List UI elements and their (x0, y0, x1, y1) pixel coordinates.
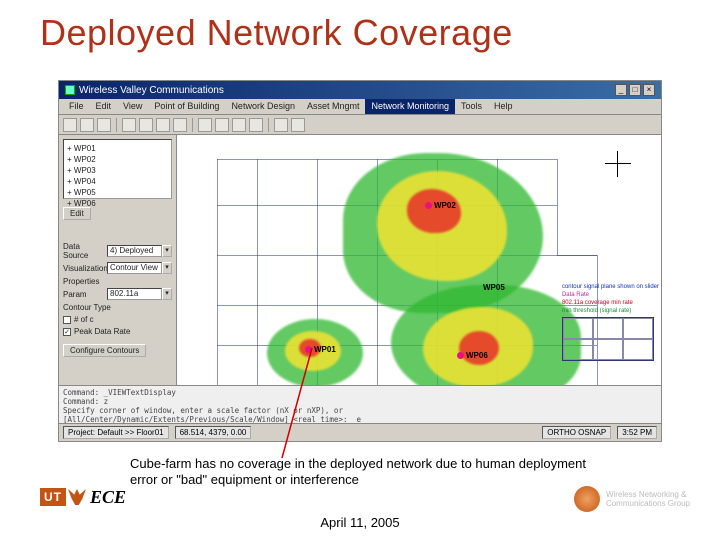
window-title: Wireless Valley Communications (79, 85, 224, 96)
cb-label: # of c (74, 315, 94, 324)
viz-label: Visualization (63, 264, 107, 273)
tree-item[interactable]: + WP04 (67, 176, 168, 187)
menubar: File Edit View Point of Building Network… (59, 99, 661, 115)
ap-marker[interactable]: WP02 (425, 201, 456, 210)
data-source-label: Data Source (63, 242, 107, 260)
configure-contours-button[interactable]: Configure Contours (63, 344, 146, 357)
menu-edit[interactable]: Edit (90, 99, 118, 114)
close-button[interactable]: × (643, 84, 655, 96)
toolbar-button[interactable] (274, 118, 288, 132)
statusbar: Project: Default >> Floor01 68.514, 4379… (59, 423, 661, 441)
checkbox[interactable] (63, 316, 71, 324)
data-source-select[interactable]: 4) Deployed (107, 245, 162, 257)
status-coords: 68.514, 4379, 0.00 (175, 426, 252, 439)
toolbar-button[interactable] (173, 118, 187, 132)
dropdown-icon[interactable]: ▾ (162, 245, 172, 257)
toolbar-button[interactable] (198, 118, 212, 132)
command-console[interactable]: Command: _VIEWTextDisplay Command: z Spe… (59, 385, 661, 423)
toolbar-button[interactable] (63, 118, 77, 132)
ut-ece-logo: UT ECE (40, 486, 126, 508)
menu-help[interactable]: Help (488, 99, 519, 114)
status-project: Project: Default >> Floor01 (63, 426, 169, 439)
menu-design[interactable]: Network Design (225, 99, 301, 114)
param-label: Param (63, 290, 107, 299)
ap-dot-icon (425, 202, 432, 209)
toolbar-separator (192, 118, 193, 132)
ap-marker[interactable]: WP01 (305, 345, 336, 354)
wncg-logo: Wireless Networking &Communications Grou… (574, 486, 690, 512)
ap-tree[interactable]: + WP01 + WP02 + WP03 + WP04 + WP05 + WP0… (63, 139, 172, 199)
tree-item[interactable]: + WP05 (67, 187, 168, 198)
menu-monitoring[interactable]: Network Monitoring (365, 99, 455, 114)
toolbar-button[interactable] (291, 118, 305, 132)
ap-dot-icon (457, 352, 464, 359)
side-panel: + WP01 + WP02 + WP03 + WP04 + WP05 + WP0… (59, 135, 177, 407)
toolbar-separator (268, 118, 269, 132)
edit-button[interactable]: Edit (63, 207, 91, 220)
menu-asset[interactable]: Asset Mngmt (301, 99, 366, 114)
menu-view[interactable]: View (117, 99, 148, 114)
longhorn-icon (68, 489, 86, 505)
checkbox[interactable]: ✓ (63, 328, 71, 336)
tree-item[interactable]: + WP01 (67, 143, 168, 154)
toolbar-button[interactable] (122, 118, 136, 132)
dropdown-icon[interactable]: ▾ (162, 288, 172, 300)
ap-dot-icon (305, 346, 312, 353)
menu-file[interactable]: File (63, 99, 90, 114)
workspace: + WP01 + WP02 + WP03 + WP04 + WP05 + WP0… (59, 135, 661, 407)
menu-tools[interactable]: Tools (455, 99, 488, 114)
slide-title: Deployed Network Coverage (0, 0, 720, 54)
menu-building[interactable]: Point of Building (148, 99, 225, 114)
ap-marker[interactable]: WP05 (483, 283, 505, 292)
viz-select[interactable]: Contour View (107, 262, 162, 274)
toolbar (59, 115, 661, 135)
properties-label: Properties (63, 277, 172, 286)
maximize-button[interactable]: □ (629, 84, 641, 96)
map-pane[interactable]: WP02 WP05 WP01 WP06 contour signal plane… (177, 135, 661, 407)
dropdown-icon[interactable]: ▾ (162, 262, 172, 274)
toolbar-button[interactable] (232, 118, 246, 132)
param-select[interactable]: 802.11a (107, 288, 162, 300)
tree-item[interactable]: + WP02 (67, 154, 168, 165)
toolbar-button[interactable] (139, 118, 153, 132)
window-titlebar: Wireless Valley Communications _ □ × (59, 81, 661, 99)
toolbar-separator (116, 118, 117, 132)
status-mode: ORTHO OSNAP (542, 426, 611, 439)
wncg-badge-icon (574, 486, 600, 512)
tree-item[interactable]: + WP03 (67, 165, 168, 176)
map-legend: contour signal plane shown on slider Dat… (562, 283, 659, 361)
toolbar-button[interactable] (97, 118, 111, 132)
minimize-button[interactable]: _ (615, 84, 627, 96)
compass-icon (605, 151, 631, 177)
app-screenshot: Wireless Valley Communications _ □ × Fil… (58, 80, 662, 442)
callout-text: Cube-farm has no coverage in the deploye… (130, 456, 600, 488)
coverage-red (407, 189, 461, 233)
contour-label: Contour Type (63, 303, 172, 312)
toolbar-button[interactable] (156, 118, 170, 132)
toolbar-button[interactable] (249, 118, 263, 132)
app-icon (65, 85, 75, 95)
ap-marker[interactable]: WP06 (457, 351, 488, 360)
footer-date: April 11, 2005 (0, 515, 720, 530)
status-time: 3:52 PM (617, 426, 657, 439)
toolbar-button[interactable] (80, 118, 94, 132)
cb-label: Peak Data Rate (74, 327, 130, 336)
toolbar-button[interactable] (215, 118, 229, 132)
